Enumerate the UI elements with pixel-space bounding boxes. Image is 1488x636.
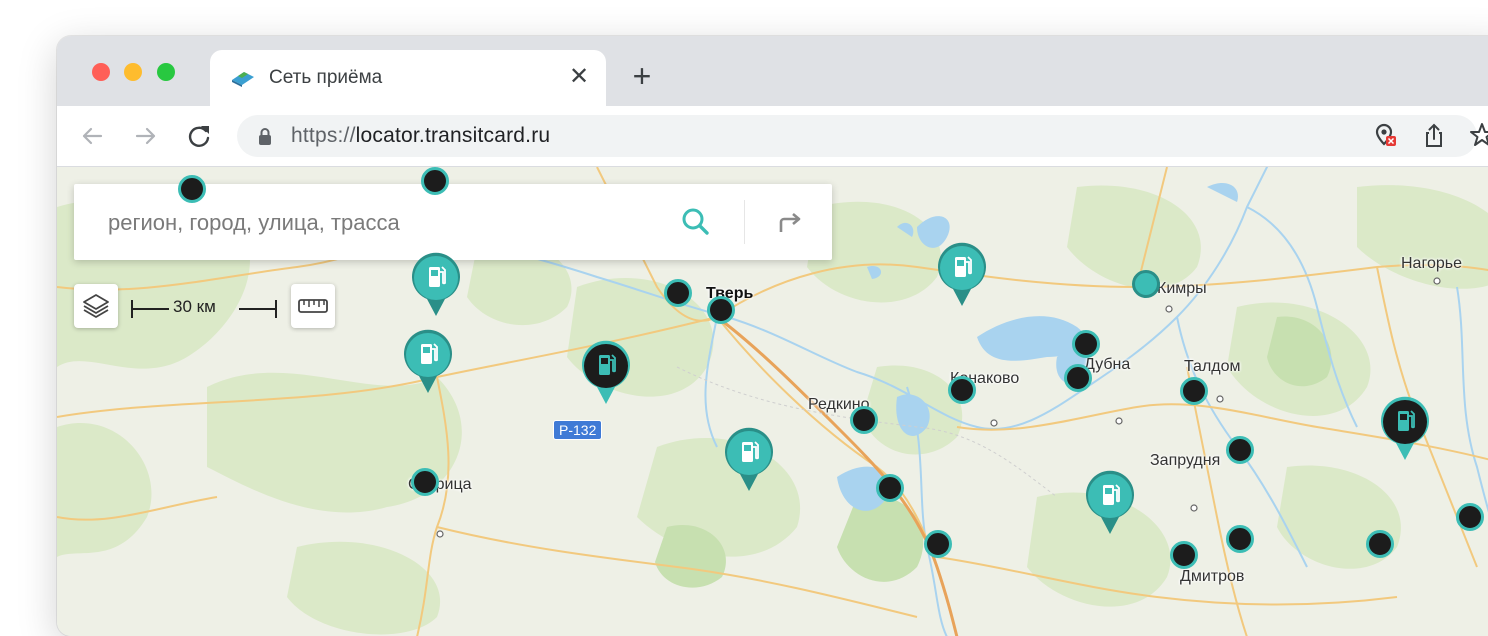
share-icon[interactable] [1419, 120, 1449, 150]
browser-window: Сеть приёма ✕ + https://locator.transitc… [57, 36, 1488, 636]
tab-title: Сеть приёма [269, 67, 383, 88]
search-icon[interactable] [678, 204, 714, 240]
point-marker[interactable] [707, 296, 735, 324]
fuel-station-pin[interactable] [1084, 470, 1136, 536]
layers-button[interactable] [74, 284, 118, 328]
scale-label: 30 км [173, 297, 216, 316]
fuel-station-pin[interactable] [410, 252, 462, 318]
point-marker[interactable] [850, 406, 878, 434]
lock-icon [259, 128, 271, 145]
url-text: https://locator.transitcard.ru [291, 124, 551, 147]
browser-toolbar: https://locator.transitcard.ru [57, 106, 1488, 167]
road-shield-label: Р-132 [553, 420, 603, 440]
ruler-icon [298, 299, 328, 313]
point-marker[interactable] [1180, 377, 1208, 405]
city-label: Дубна [1084, 356, 1131, 373]
city-label: Дмитров [1180, 568, 1245, 585]
address-bar[interactable]: https://locator.transitcard.ru [237, 115, 1477, 157]
layers-icon [83, 294, 109, 318]
point-marker[interactable] [178, 175, 206, 203]
fuel-station-pin-dark[interactable] [1379, 396, 1431, 462]
point-marker[interactable] [1072, 330, 1100, 358]
point-marker[interactable] [1170, 541, 1198, 569]
point-marker[interactable] [1132, 270, 1160, 298]
tracker-blocked-icon[interactable] [1369, 120, 1399, 150]
fuel-station-pin[interactable] [402, 329, 454, 395]
reload-icon[interactable] [184, 121, 214, 151]
fuel-station-pin[interactable] [723, 427, 775, 493]
tab-active[interactable]: Сеть приёма ✕ [210, 50, 606, 106]
new-tab-button[interactable]: + [627, 60, 657, 92]
tab-close-icon[interactable]: ✕ [566, 64, 592, 90]
point-marker[interactable] [664, 279, 692, 307]
point-marker[interactable] [411, 468, 439, 496]
point-marker[interactable] [1226, 436, 1254, 464]
point-marker[interactable] [1366, 530, 1394, 558]
fuel-station-pin-dark[interactable] [580, 340, 632, 406]
tab-bar: Сеть приёма ✕ + [57, 36, 1488, 106]
route-arrow-icon[interactable] [774, 206, 806, 238]
scale-tick-right [275, 300, 277, 318]
card-favicon-icon [232, 72, 254, 87]
scale-line-left [131, 308, 169, 310]
minimize-window-button[interactable] [124, 63, 142, 81]
map-scale: 30 км [131, 297, 277, 321]
point-marker[interactable] [924, 530, 952, 558]
point-marker[interactable] [876, 474, 904, 502]
point-marker[interactable] [1456, 503, 1484, 531]
ruler-button[interactable] [291, 284, 335, 328]
point-marker[interactable] [1226, 525, 1254, 553]
zoom-window-button[interactable] [157, 63, 175, 81]
point-marker[interactable] [1064, 364, 1092, 392]
close-window-button[interactable] [92, 63, 110, 81]
map-area[interactable]: 30 км Р-132 Тверь Нагорье Кимры Талдом К… [57, 167, 1488, 636]
point-marker[interactable] [948, 376, 976, 404]
city-label: Талдом [1184, 358, 1241, 375]
bookmark-star-icon[interactable] [1467, 120, 1488, 150]
point-marker[interactable] [421, 167, 449, 195]
city-label: Кимры [1157, 280, 1207, 297]
search-input[interactable] [106, 202, 670, 244]
city-label: Нагорье [1401, 255, 1462, 272]
search-divider [744, 200, 745, 244]
back-icon[interactable] [77, 121, 107, 151]
scale-line-right [239, 308, 277, 310]
city-label: Запрудня [1150, 452, 1221, 469]
fuel-station-pin[interactable] [936, 242, 988, 308]
forward-icon[interactable] [131, 121, 161, 151]
